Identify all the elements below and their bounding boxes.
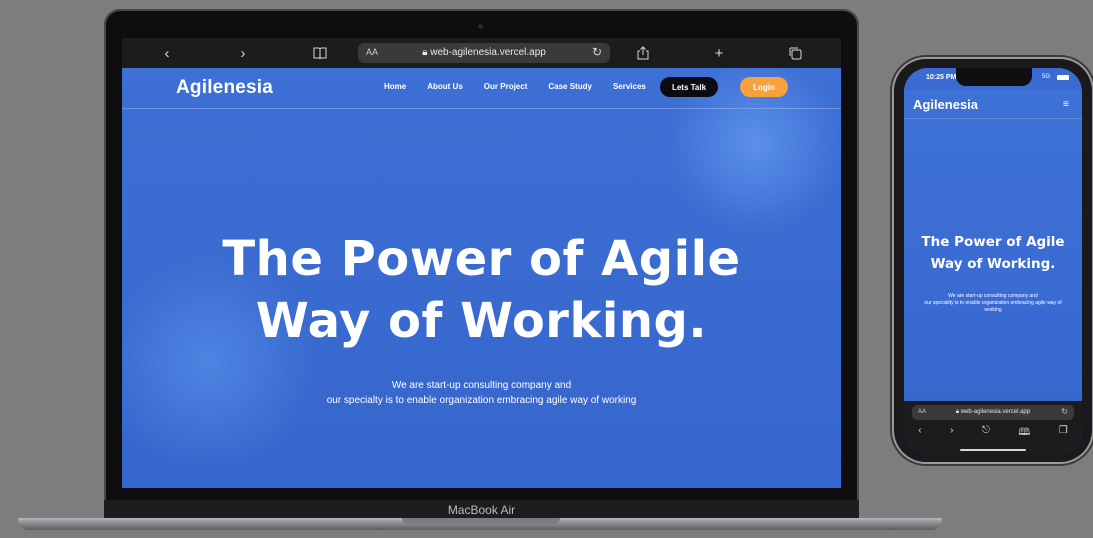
nav-case-study[interactable]: Case Study <box>548 82 592 91</box>
tabs-icon[interactable]: ❐ <box>1059 425 1068 442</box>
phone-hero-subtitle: We are start-up consulting company and o… <box>908 293 1078 314</box>
back-button[interactable]: ‹ <box>158 43 176 63</box>
browser-toolbar: ‹ › AA 🔒︎ web-agilenesia.vercel.app ↻ + <box>122 38 841 68</box>
home-indicator <box>960 449 1026 451</box>
nav-our-project[interactable]: Our Project <box>484 82 528 91</box>
chevron-right-icon[interactable]: › <box>950 425 953 442</box>
phone-url-text: web-agilenesia.vercel.app <box>960 409 1031 415</box>
menu-icon[interactable]: ≡ <box>1063 99 1069 110</box>
phone-hero-subtitle-line-1: We are start-up consulting company and <box>948 293 1038 299</box>
address-bar[interactable]: AA 🔒︎ web-agilenesia.vercel.app ↻ <box>358 43 610 63</box>
phone-site-logo[interactable]: Agilenesia <box>913 97 978 112</box>
status-time: 10:25 PM <box>926 74 957 81</box>
chevron-left-icon[interactable]: ‹ <box>918 425 921 442</box>
url-text: web-agilenesia.vercel.app <box>430 47 546 58</box>
forward-button[interactable]: › <box>234 43 252 63</box>
phone-address-bar[interactable]: AA 🔒︎ web-agilenesia.vercel.app ↻ <box>912 405 1074 420</box>
nav-home[interactable]: Home <box>384 82 406 91</box>
camera <box>478 24 483 29</box>
nav-links: Home About Us Our Project Case Study Ser… <box>384 82 667 91</box>
phone-browser-tabs: ‹ › ⎋ 🕮︎ ❐ <box>904 425 1082 442</box>
phone-nav-divider <box>904 118 1082 119</box>
device-label: MacBook Air <box>447 503 516 517</box>
phone-browser-bar: AA 🔒︎ web-agilenesia.vercel.app ↻ ‹ › ⎋ … <box>904 401 1082 453</box>
site-logo[interactable]: Agilenesia <box>176 77 273 99</box>
phone-hero-title: The Power of Agile Way of Working. <box>904 231 1082 275</box>
book-icon[interactable]: 🕮︎ <box>1018 425 1030 442</box>
phone-hero-title-line-1: The Power of Agile <box>921 234 1065 250</box>
tabs-button[interactable] <box>786 43 804 63</box>
plus-icon: + <box>714 44 724 62</box>
reload-icon[interactable]: ↻ <box>1061 407 1068 416</box>
share-button[interactable] <box>634 43 652 63</box>
dynamic-island <box>956 68 1032 86</box>
laptop-screen: ‹ › AA 🔒︎ web-agilenesia.vercel.app ↻ + … <box>122 38 841 488</box>
hero-title-line-2: Way of Working. <box>255 293 708 349</box>
chevron-right-icon: › <box>240 44 246 62</box>
hero-title-line-1: The Power of Agile <box>222 231 741 287</box>
nav-services[interactable]: Services <box>613 82 646 91</box>
phone-hero-title-line-2: Way of Working. <box>930 256 1056 272</box>
phone-hero-subtitle-line-3: working <box>984 307 1002 313</box>
hero-title: The Power of Agile Way of Working. <box>122 228 841 352</box>
phone-hero-subtitle-line-2: our speciality is to enable organization… <box>924 300 1062 306</box>
website: Agilenesia Home About Us Our Project Cas… <box>122 68 841 488</box>
phone-screen: 10:25 PM 5G Agilenesia ≡ The Power of Ag… <box>904 68 1082 453</box>
reload-icon[interactable]: ↻ <box>592 45 602 59</box>
bookmarks-button[interactable] <box>310 43 330 63</box>
laptop-base-notch <box>402 518 560 524</box>
status-bar: 10:25 PM 5G <box>904 68 1082 90</box>
new-tab-button[interactable]: + <box>710 43 728 63</box>
share-icon[interactable]: ⎋ <box>982 425 990 442</box>
hero-subtitle: We are start-up consulting company and o… <box>122 378 841 408</box>
hero-subtitle-line-2: our specialty is to enable organization … <box>326 395 637 406</box>
chevron-left-icon: ‹ <box>164 44 170 62</box>
battery-icon <box>1057 75 1069 80</box>
hero-subtitle-line-1: We are start-up consulting company and <box>391 380 572 391</box>
login-button[interactable]: Login <box>740 77 788 97</box>
signal-indicator: 5G <box>1042 74 1051 80</box>
nav-about-us[interactable]: About Us <box>427 82 463 91</box>
tabs-icon <box>789 47 801 59</box>
book-icon <box>313 47 327 59</box>
lets-talk-button[interactable]: Lets Talk <box>660 77 718 97</box>
share-icon <box>637 46 649 60</box>
site-navbar: Agilenesia Home About Us Our Project Cas… <box>122 68 841 109</box>
